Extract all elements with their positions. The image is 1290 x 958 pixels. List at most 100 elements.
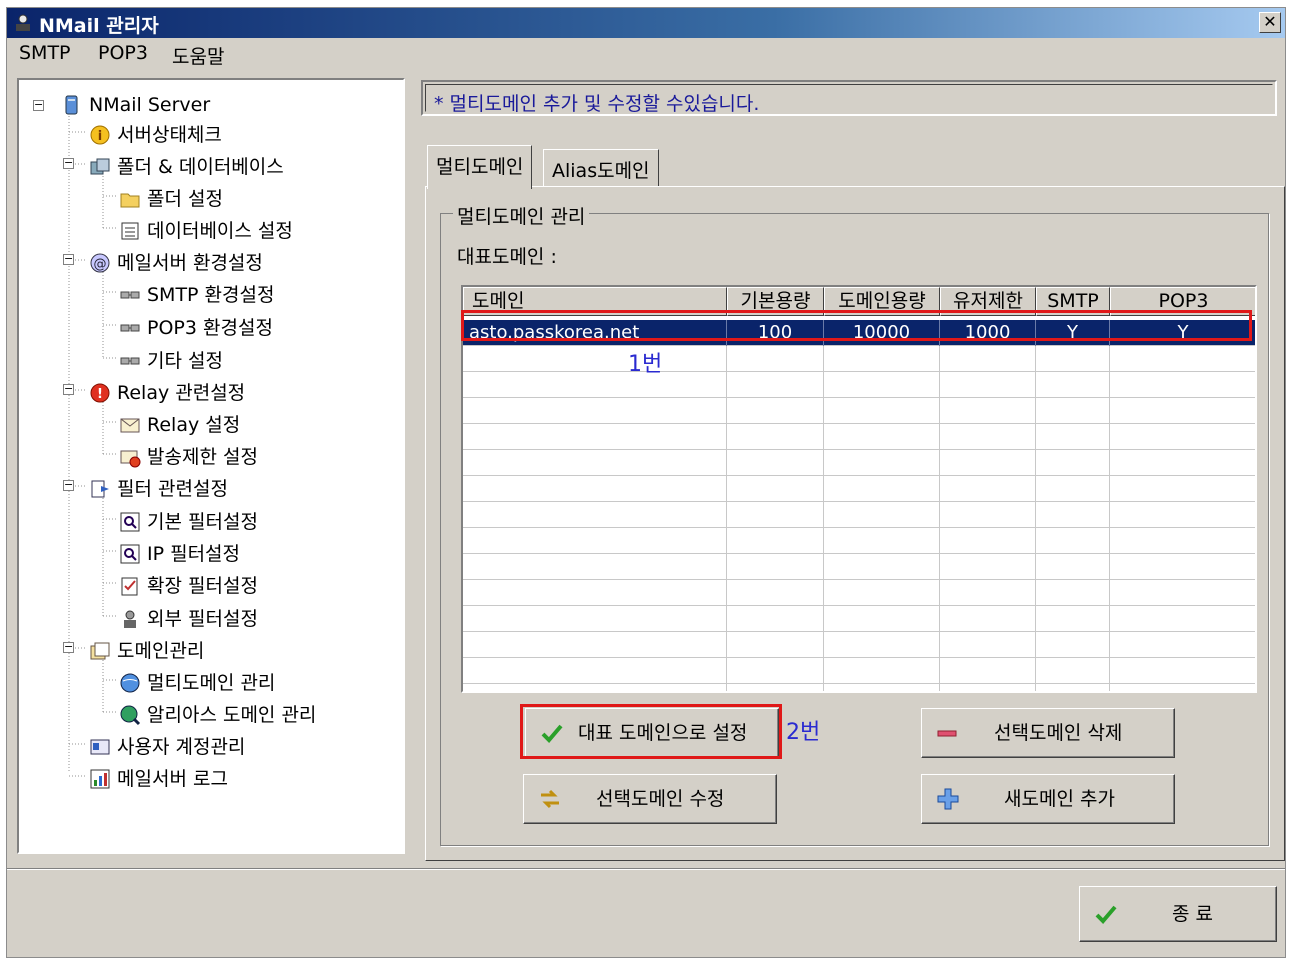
folder-icon (120, 193, 140, 208)
close-button[interactable]: ✕ (1259, 12, 1281, 33)
delete-selected-domain-button[interactable]: 선택도메인 삭제 (921, 708, 1175, 758)
table-cell-empty (1110, 658, 1255, 684)
table-cell-empty (1110, 346, 1255, 372)
table-cell-empty (1036, 580, 1110, 606)
collapse-toggle-filter[interactable]: − (63, 479, 74, 491)
documents-icon (90, 642, 110, 660)
table-cell-empty (727, 684, 824, 691)
app-user-icon (16, 14, 30, 31)
svg-text:!: ! (97, 387, 103, 402)
table-row-empty[interactable] (463, 632, 1255, 658)
navigation-tree: − − − − − − NMail Server i 서버상태체크 폴더 & 데… (17, 78, 405, 854)
representative-domain-label: 대표도메인 : (457, 246, 557, 268)
table-cell-empty (727, 502, 824, 528)
table-cell-empty (824, 658, 940, 684)
collapse-toggle-root[interactable]: − (33, 99, 44, 111)
tree-label: NMail Server (89, 94, 211, 116)
magnifier-icon (120, 544, 140, 564)
tree-label: 폴더 설정 (147, 188, 223, 210)
table-row-empty[interactable] (463, 606, 1255, 632)
edit-selected-domain-button[interactable]: 선택도메인 수정 (523, 774, 777, 824)
table-cell-empty (463, 372, 727, 398)
bar-chart-icon (90, 769, 110, 789)
table-cell-empty (1110, 554, 1255, 580)
button-label: 새도메인 추가 (1004, 788, 1115, 810)
table-row-empty[interactable] (463, 398, 1255, 424)
tree-label: SMTP 환경설정 (147, 284, 275, 306)
tree-label: 메일서버 로그 (117, 768, 228, 790)
table-cell-empty (463, 554, 727, 580)
table-cell-empty (1110, 450, 1255, 476)
menu-help[interactable]: 도움말 (172, 42, 224, 69)
table-cell-empty (727, 632, 824, 658)
add-new-domain-button[interactable]: 새도메인 추가 (921, 774, 1175, 824)
menu-pop3[interactable]: POP3 (98, 42, 148, 64)
table-row-empty[interactable] (463, 684, 1255, 691)
tree-label: IP 필터설정 (147, 543, 241, 565)
table-row-empty[interactable] (463, 528, 1255, 554)
table-row-empty[interactable] (463, 580, 1255, 606)
id-card-icon (90, 739, 110, 755)
table-cell-empty (1036, 554, 1110, 580)
network-icon (120, 357, 140, 365)
tree-label: 메일서버 환경설정 (117, 252, 263, 274)
table-cell-empty (940, 528, 1036, 554)
checkmark-icon (1095, 905, 1117, 924)
table-cell-empty (1110, 528, 1255, 554)
table-row-empty[interactable] (463, 502, 1255, 528)
menu-smtp[interactable]: SMTP (19, 42, 71, 64)
info-icon: i (90, 125, 110, 145)
table-row-empty[interactable] (463, 424, 1255, 450)
tab-multi-domain[interactable]: 멀티도메인 (427, 145, 533, 189)
table-cell-empty (824, 502, 940, 528)
table-cell-empty (940, 424, 1036, 450)
table-cell-empty (1036, 684, 1110, 691)
table-cell-empty (1036, 398, 1110, 424)
tree-label: 기본 필터설정 (147, 511, 258, 533)
table-cell-empty (1036, 372, 1110, 398)
tree-label: 사용자 계정관리 (117, 736, 246, 758)
table-cell-empty (824, 632, 940, 658)
table-cell-empty (824, 476, 940, 502)
table-cell-empty (463, 450, 727, 476)
tab-alias-domain[interactable]: Alias도메인 (543, 149, 659, 187)
table-row-empty[interactable] (463, 554, 1255, 580)
app-window: NMail 관리자 ✕ SMTP POP3 도움말 − − − − − − NM… (6, 7, 1286, 958)
title-bar[interactable]: NMail 관리자 ✕ (7, 8, 1285, 38)
exit-button[interactable]: 종 료 (1079, 886, 1277, 942)
table-cell-empty (1036, 606, 1110, 632)
group-title: 멀티도메인 관리 (453, 202, 590, 229)
tree-label: 기타 설정 (147, 350, 223, 372)
collapse-toggle-folder-db[interactable]: − (63, 157, 74, 169)
collapse-toggle-relay[interactable]: − (63, 383, 74, 395)
table-cell-empty (463, 632, 727, 658)
network-icon (120, 324, 140, 332)
warning-icon: ! (90, 383, 110, 403)
table-row-empty[interactable] (463, 372, 1255, 398)
collapse-toggle-mailserver[interactable]: − (63, 253, 74, 265)
table-cell-empty (463, 476, 727, 502)
table-cell-empty (824, 684, 940, 691)
database-icon (90, 158, 110, 175)
at-sign-icon: @ (90, 253, 110, 273)
svg-text:i: i (98, 129, 102, 144)
tree-label: 외부 필터설정 (147, 608, 258, 630)
table-cell-empty (940, 554, 1036, 580)
table-row-empty[interactable] (463, 476, 1255, 502)
table-cell-empty (1036, 658, 1110, 684)
table-cell-empty (1036, 502, 1110, 528)
table-cell-empty (463, 528, 727, 554)
swap-arrows-icon (541, 789, 559, 809)
footer-divider (7, 868, 1285, 870)
table-row-empty[interactable] (463, 658, 1255, 684)
table-row-empty[interactable] (463, 450, 1255, 476)
annotation-note-2: 2번 (786, 720, 821, 745)
collapse-toggle-domain[interactable]: − (63, 641, 74, 653)
table-cell-empty (463, 502, 727, 528)
table-cell-empty (940, 606, 1036, 632)
menu-bar: SMTP POP3 도움말 (7, 39, 1285, 69)
minus-icon (937, 730, 957, 737)
domain-table[interactable]: 도메인 기본용량 도메인용량 유저제한 SMTP POP3 asto.passk… (461, 285, 1257, 693)
table-cell-empty (824, 580, 940, 606)
table-row-empty[interactable] (463, 346, 1255, 372)
